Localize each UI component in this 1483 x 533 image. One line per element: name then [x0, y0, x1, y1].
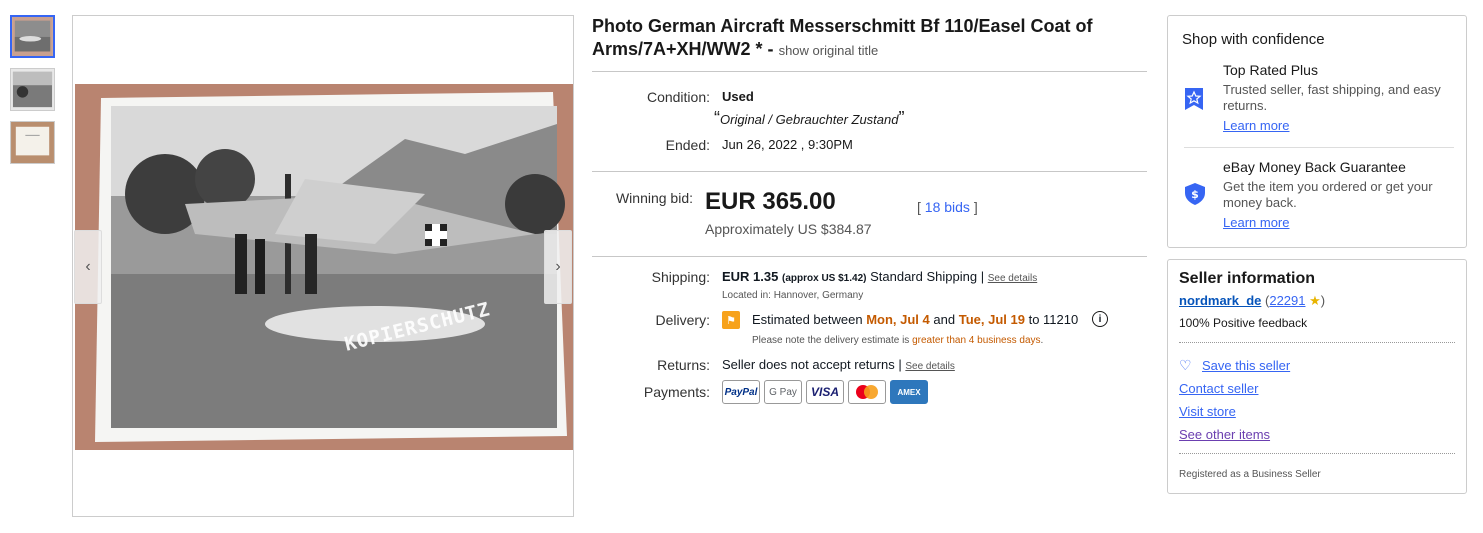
positive-feedback: 100% Positive feedback: [1179, 316, 1308, 330]
seller-information-box: Seller information nordmark_de (22291 ★)…: [1167, 259, 1467, 494]
returns-label: Returns:: [657, 357, 710, 373]
divider: [1179, 342, 1455, 343]
seller-info-title: Seller information: [1179, 270, 1316, 287]
approx-prefix: Approximately: [705, 221, 794, 237]
divider: [1184, 147, 1454, 148]
show-original-title-link[interactable]: show original title: [779, 43, 879, 58]
ended-value: Jun 26, 2022 , 9:30PM: [722, 137, 853, 152]
thumbnail-strip: [10, 15, 56, 174]
thumbnail-1[interactable]: [10, 15, 55, 58]
divider: [592, 71, 1147, 72]
condition-quote: Original / Gebrauchter Zustand: [720, 112, 899, 127]
previous-image-button[interactable]: ‹: [74, 230, 102, 304]
ended-label: Ended:: [665, 137, 710, 153]
chevron-right-icon: ›: [555, 258, 561, 275]
returns-value: Seller does not accept returns | See det…: [722, 357, 955, 372]
returns-see-details-link[interactable]: See details: [905, 361, 954, 372]
see-other-items-link[interactable]: See other items: [1179, 427, 1270, 442]
shop-with-confidence-box: Shop with confidence Top Rated Plus Trus…: [1167, 15, 1467, 248]
divider: [592, 256, 1147, 257]
item-details: Photo German Aircraft Messerschmitt Bf 1…: [592, 15, 1147, 62]
divider: [592, 171, 1147, 172]
payment-methods: PayPal G Pay VISA AMEX: [722, 380, 928, 404]
bid-history-link[interactable]: 18 bids: [925, 199, 970, 215]
seller-name-row: nordmark_de (22291 ★): [1179, 293, 1326, 308]
shipping-method: Standard Shipping: [870, 269, 978, 284]
delivery-date-start: Mon, Jul 4: [866, 312, 930, 327]
heart-icon: ♡: [1179, 357, 1192, 373]
info-icon[interactable]: i: [1092, 311, 1108, 327]
business-seller-note: Registered as a Business Seller: [1179, 469, 1321, 480]
item-location: Located in: Hannover, Germany: [722, 290, 864, 301]
winning-bid-price: EUR 365.00: [705, 188, 836, 215]
delivery-note: Please note the delivery estimate is gre…: [752, 335, 1044, 346]
divider: [1179, 453, 1455, 454]
top-rated-learn-more-link[interactable]: Learn more: [1223, 118, 1289, 133]
payments-label: Payments:: [643, 384, 710, 400]
delivery-estimate: Estimated between Mon, Jul 4 and Tue, Ju…: [752, 312, 1079, 327]
shipping-label: Shipping:: [651, 269, 710, 285]
condition-value: Used: [722, 89, 754, 104]
visit-store-link[interactable]: Visit store: [1179, 404, 1236, 419]
visa-icon: VISA: [806, 380, 844, 404]
shipping-value: EUR 1.35 (approx US $1.42) Standard Ship…: [722, 269, 1038, 284]
chevron-left-icon: ‹: [85, 258, 91, 275]
money-back-learn-more-link[interactable]: Learn more: [1223, 215, 1289, 230]
money-back-text: Get the item you ordered or get your mon…: [1223, 179, 1433, 210]
product-photo: KOPIERSCHUTZ: [75, 84, 573, 450]
delivery-flag-icon: ⚑: [722, 311, 740, 329]
mastercard-icon: [848, 380, 886, 404]
condition-description: “Original / Gebrauchter Zustand”: [714, 108, 905, 128]
shipping-approx: (approx US $1.42): [782, 273, 867, 284]
item-title: Photo German Aircraft Messerschmitt Bf 1…: [592, 15, 1147, 62]
top-rated-title: Top Rated Plus: [1223, 62, 1318, 78]
top-rated-text: Trusted seller, fast shipping, and easy …: [1223, 82, 1441, 113]
thumbnail-2[interactable]: [10, 68, 55, 111]
winning-bid-label: Winning bid:: [615, 190, 693, 206]
google-pay-icon: G Pay: [764, 380, 802, 404]
money-back-shield-icon: $: [1184, 182, 1206, 206]
money-back-title: eBay Money Back Guarantee: [1223, 159, 1406, 175]
bid-count: [ 18 bids ]: [917, 199, 978, 215]
shipping-cost: EUR 1.35: [722, 269, 779, 284]
feedback-score-link[interactable]: 22291: [1269, 293, 1305, 308]
confidence-title: Shop with confidence: [1182, 31, 1325, 48]
thumbnail-3[interactable]: [10, 121, 55, 164]
next-image-button[interactable]: ›: [544, 230, 572, 304]
main-image-viewer[interactable]: KOPIERSCHUTZ ‹ ›: [72, 15, 574, 517]
star-icon: ★: [1309, 293, 1321, 308]
delivery-date-end: Tue, Jul 19: [958, 312, 1025, 327]
top-rated-badge-icon: [1184, 87, 1204, 111]
shipping-see-details-link[interactable]: See details: [988, 273, 1037, 284]
svg-text:$: $: [1191, 188, 1199, 201]
seller-name-link[interactable]: nordmark_de: [1179, 293, 1261, 308]
approx-value: US $384.87: [797, 221, 872, 237]
delivery-label: Delivery:: [655, 312, 710, 328]
paypal-icon: PayPal: [722, 380, 760, 404]
approx-price: Approximately US $384.87: [705, 221, 872, 237]
contact-seller-link[interactable]: Contact seller: [1179, 381, 1258, 396]
condition-label: Condition:: [646, 89, 710, 105]
amex-icon: AMEX: [890, 380, 928, 404]
save-seller-link[interactable]: Save this seller: [1202, 358, 1290, 373]
